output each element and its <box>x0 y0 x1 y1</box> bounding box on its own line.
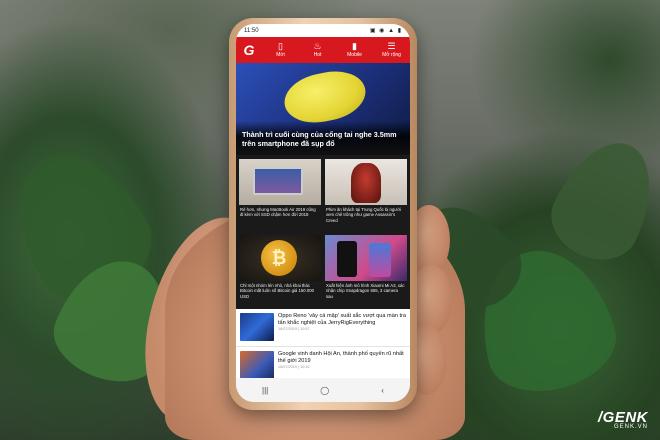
article-title: Oppo Reno 'vây cá mập' xuất sắc vượt qua… <box>278 313 407 326</box>
article-date: 16/07/2019 | 10:57 <box>278 327 310 332</box>
article-thumbnail <box>240 313 274 341</box>
grid-article[interactable]: Xuất hiện ảnh mô hình Xiaomi Mi A3, xác … <box>325 235 407 307</box>
status-icons: ▣ ◉ ▲ ▮ <box>369 28 402 34</box>
article-grid: Rẻ hơn, nhưng MacBook Air 2019 cũng đi k… <box>236 155 410 309</box>
document-icon: ▯ <box>278 41 283 51</box>
app-bar: G ▯ Mới ♨ Hot ▮ Mobile ☰ Mở rộng <box>236 37 410 63</box>
article-thumbnail <box>325 235 407 281</box>
tab-label: Mobile <box>347 52 362 58</box>
article-thumbnail <box>239 235 321 281</box>
article-date: 16/07/2019 | 10:32 <box>278 365 310 370</box>
plant-leaf <box>538 126 660 274</box>
back-button[interactable]: ‹ <box>381 386 384 395</box>
recent-apps-button[interactable]: ||| <box>262 386 268 395</box>
menu-icon: ☰ <box>387 41 396 51</box>
article-thumbnail <box>325 159 407 205</box>
tab-label: Mới <box>276 52 285 58</box>
system-nav-bar: ||| ◯ ‹ <box>236 378 410 402</box>
hero-title: Thành trì cuối cùng của cổng tai nghe 3.… <box>236 121 410 155</box>
bitcoin-icon <box>261 240 297 276</box>
tab-label: Hot <box>313 52 322 58</box>
article-thumbnail <box>240 351 274 379</box>
tab-mo-rong[interactable]: ☰ Mở rộng <box>373 37 410 63</box>
hero-image-earbuds <box>279 65 371 129</box>
article-title: Phim ăn khách tại Trung Quốc bị người xe… <box>326 207 401 223</box>
tab-label: Mở rộng <box>382 52 401 58</box>
status-time: 11:50 <box>244 27 259 34</box>
article-title: Chỉ một nhóm lén nhỏ, nhà khai thác Bitc… <box>240 283 315 299</box>
grid-article[interactable]: Rẻ hơn, nhưng MacBook Air 2019 cũng đi k… <box>239 159 321 231</box>
status-bar: 11:50 ▣ ◉ ▲ ▮ <box>236 24 410 37</box>
home-button[interactable]: ◯ <box>320 386 329 395</box>
tab-moi[interactable]: ▯ Mới <box>262 37 299 63</box>
list-item[interactable]: Oppo Reno 'vây cá mập' xuất sắc vượt qua… <box>236 309 410 347</box>
genk-logo[interactable]: G <box>236 37 262 63</box>
phone-screen: 11:50 ▣ ◉ ▲ ▮ G ▯ Mới ♨ Hot ▮ Mobile ☰ M… <box>236 24 410 402</box>
grid-article[interactable]: Chỉ một nhóm lén nhỏ, nhà khai thác Bitc… <box>239 235 321 307</box>
phone-icon: ▮ <box>352 41 357 51</box>
article-title: Xuất hiện ảnh mô hình Xiaomi Mi A3, xác … <box>326 283 405 299</box>
article-title: Rẻ hơn, nhưng MacBook Air 2019 cũng đi k… <box>240 207 316 218</box>
article-thumbnail <box>239 159 321 205</box>
tab-mobile[interactable]: ▮ Mobile <box>336 37 373 63</box>
tab-hot[interactable]: ♨ Hot <box>299 37 336 63</box>
flame-icon: ♨ <box>313 41 322 51</box>
grid-article[interactable]: Phim ăn khách tại Trung Quốc bị người xe… <box>325 159 407 231</box>
article-title: Google vinh danh Hội An, thành phố quyến… <box>278 351 404 364</box>
article-list: Oppo Reno 'vây cá mập' xuất sắc vượt qua… <box>236 309 410 385</box>
hero-article[interactable]: Thành trì cuối cùng của cổng tai nghe 3.… <box>236 63 410 155</box>
genk-watermark: /GENK GENK.VN <box>598 409 648 430</box>
